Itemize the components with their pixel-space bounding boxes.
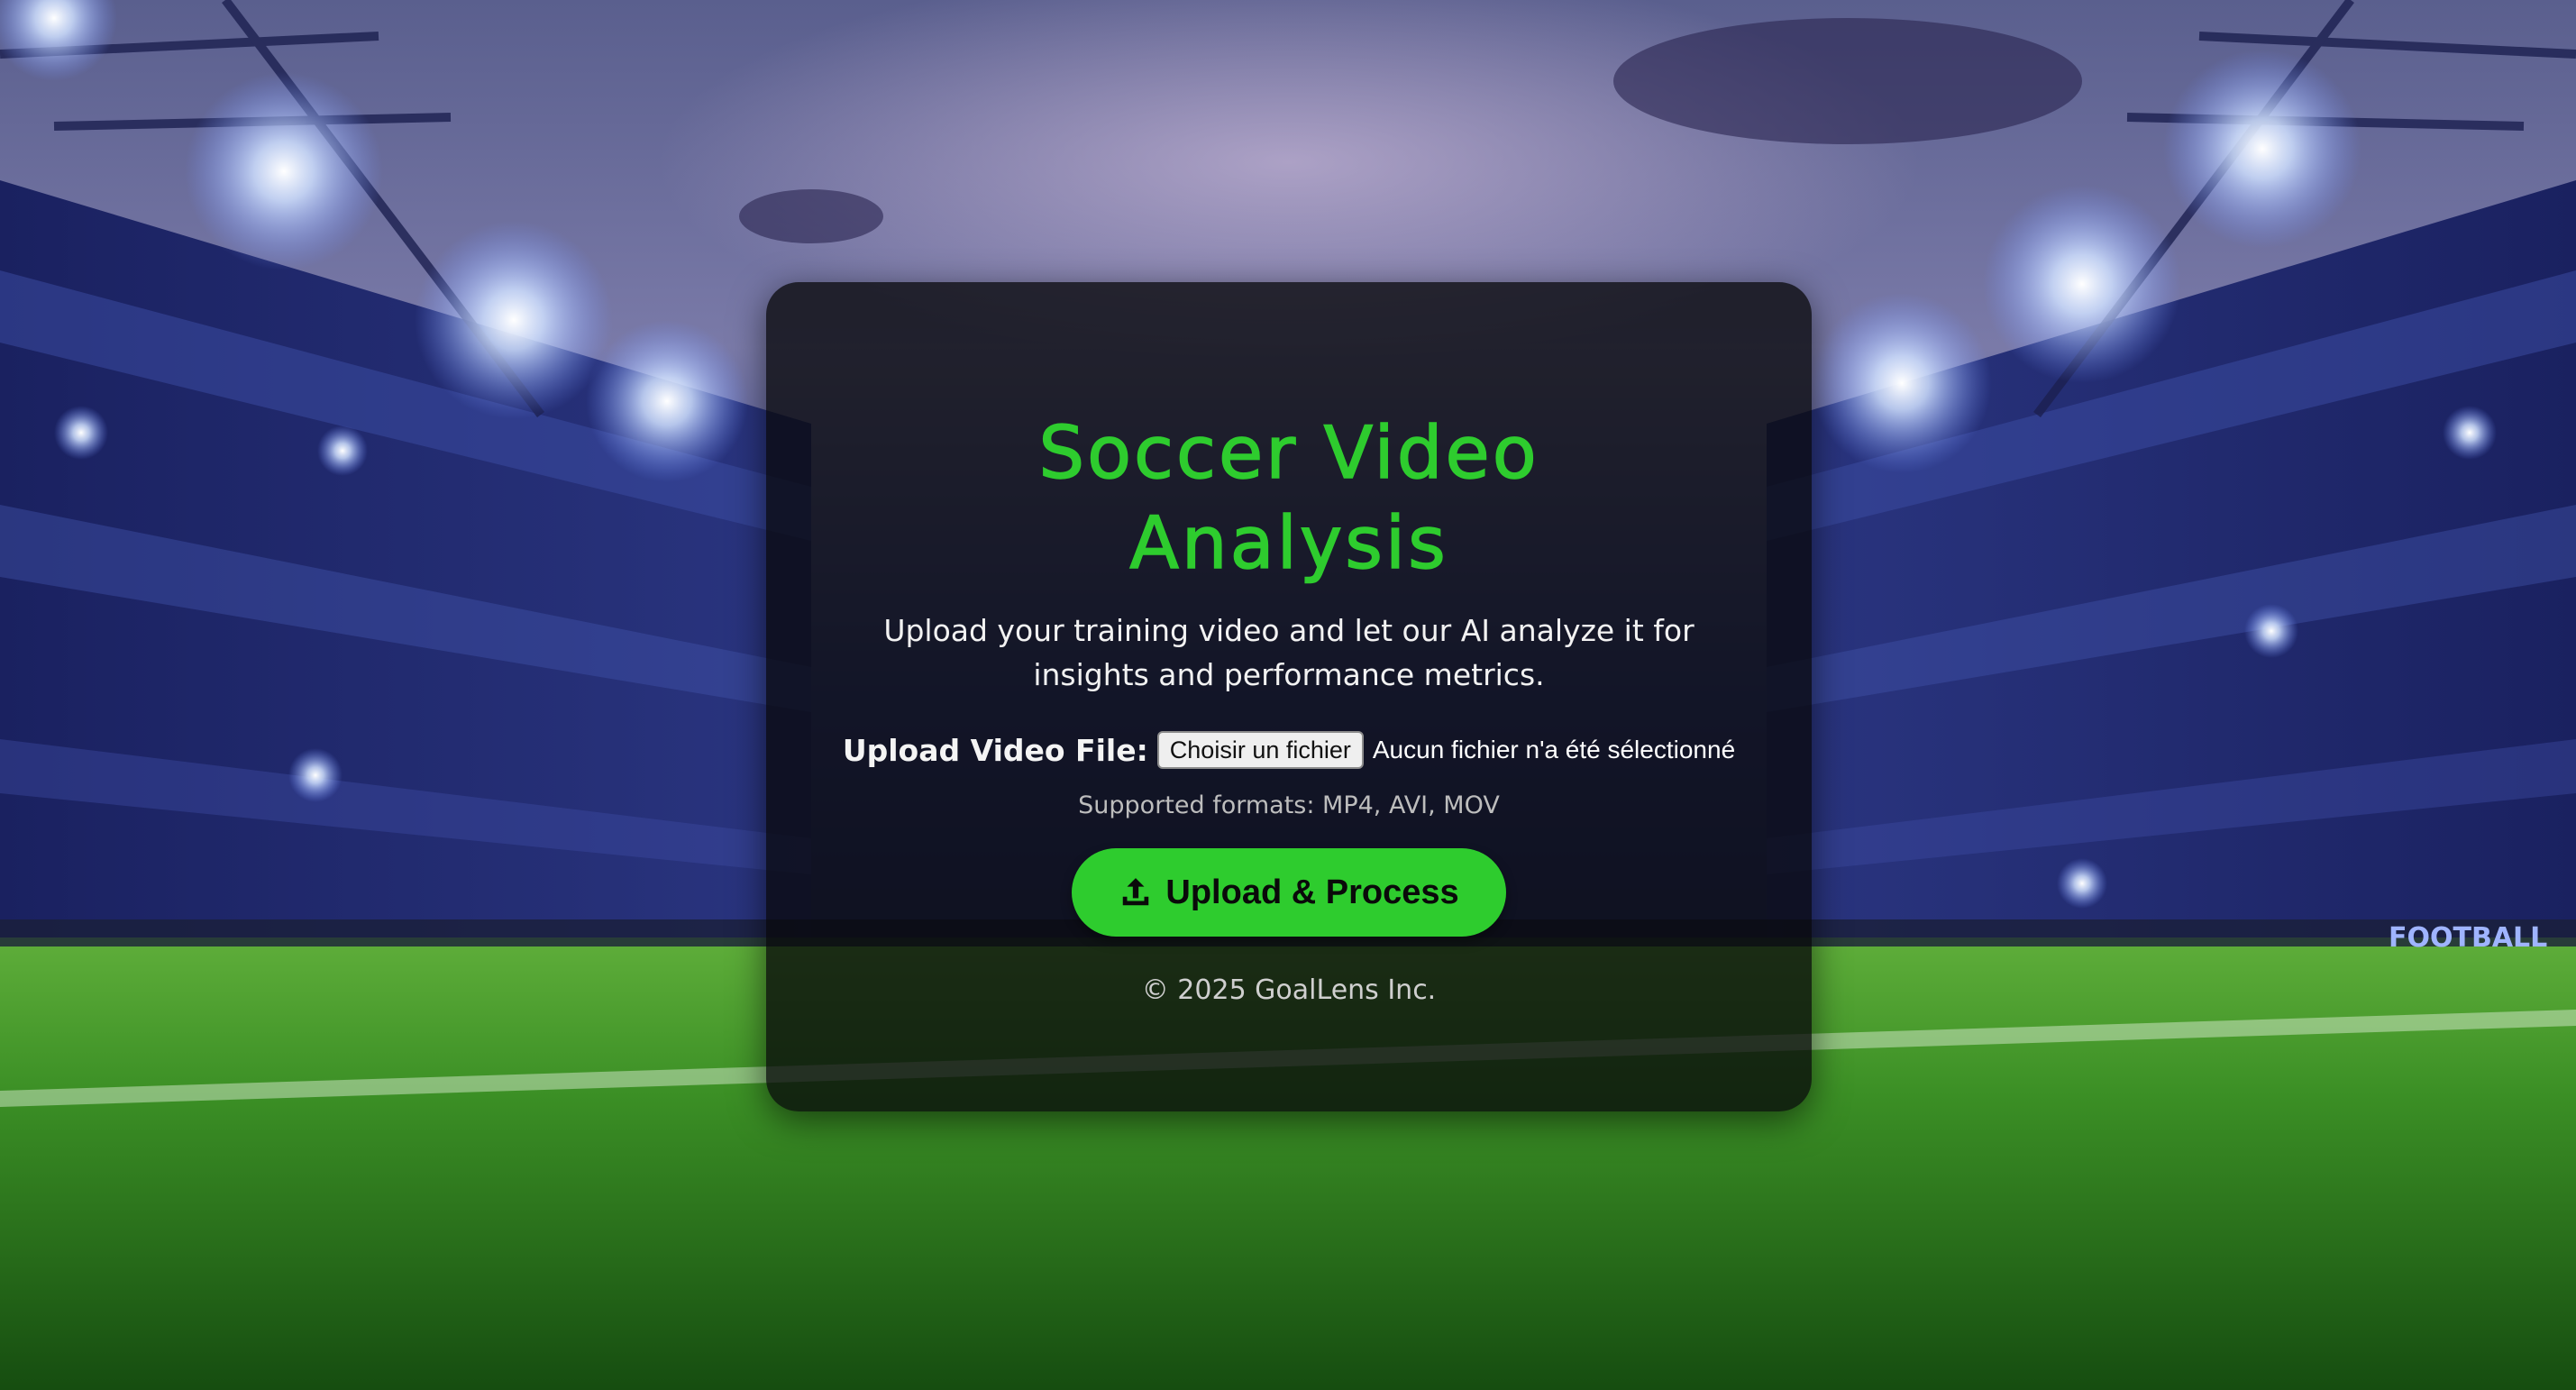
upload-icon	[1123, 878, 1149, 906]
footer-copyright: © 2025 GoalLens Inc.	[1141, 974, 1437, 1006]
page-title: Soccer Video Analysis	[1038, 410, 1539, 586]
upload-process-button[interactable]: Upload & Process	[1072, 848, 1506, 937]
upload-card: Soccer Video Analysis Upload your traini…	[766, 282, 1812, 1111]
supported-formats-text: Supported formats: MP4, AVI, MOV	[1078, 791, 1500, 819]
choose-file-button[interactable]: Choisir un fichier	[1156, 731, 1364, 769]
upload-video-label: Upload Video File:	[842, 732, 1148, 768]
file-status-text: Aucun fichier n'a été sélectionné	[1372, 736, 1736, 764]
page: FOOTBALL Soccer Video Analysis Upload yo…	[0, 0, 2576, 1390]
file-upload-row: Upload Video File: Choisir un fichier Au…	[766, 729, 1812, 771]
page-subtitle: Upload your training video and let our A…	[883, 613, 1694, 692]
upload-process-label: Upload & Process	[1165, 873, 1459, 911]
stadium-banner-text: FOOTBALL	[2389, 922, 2547, 954]
